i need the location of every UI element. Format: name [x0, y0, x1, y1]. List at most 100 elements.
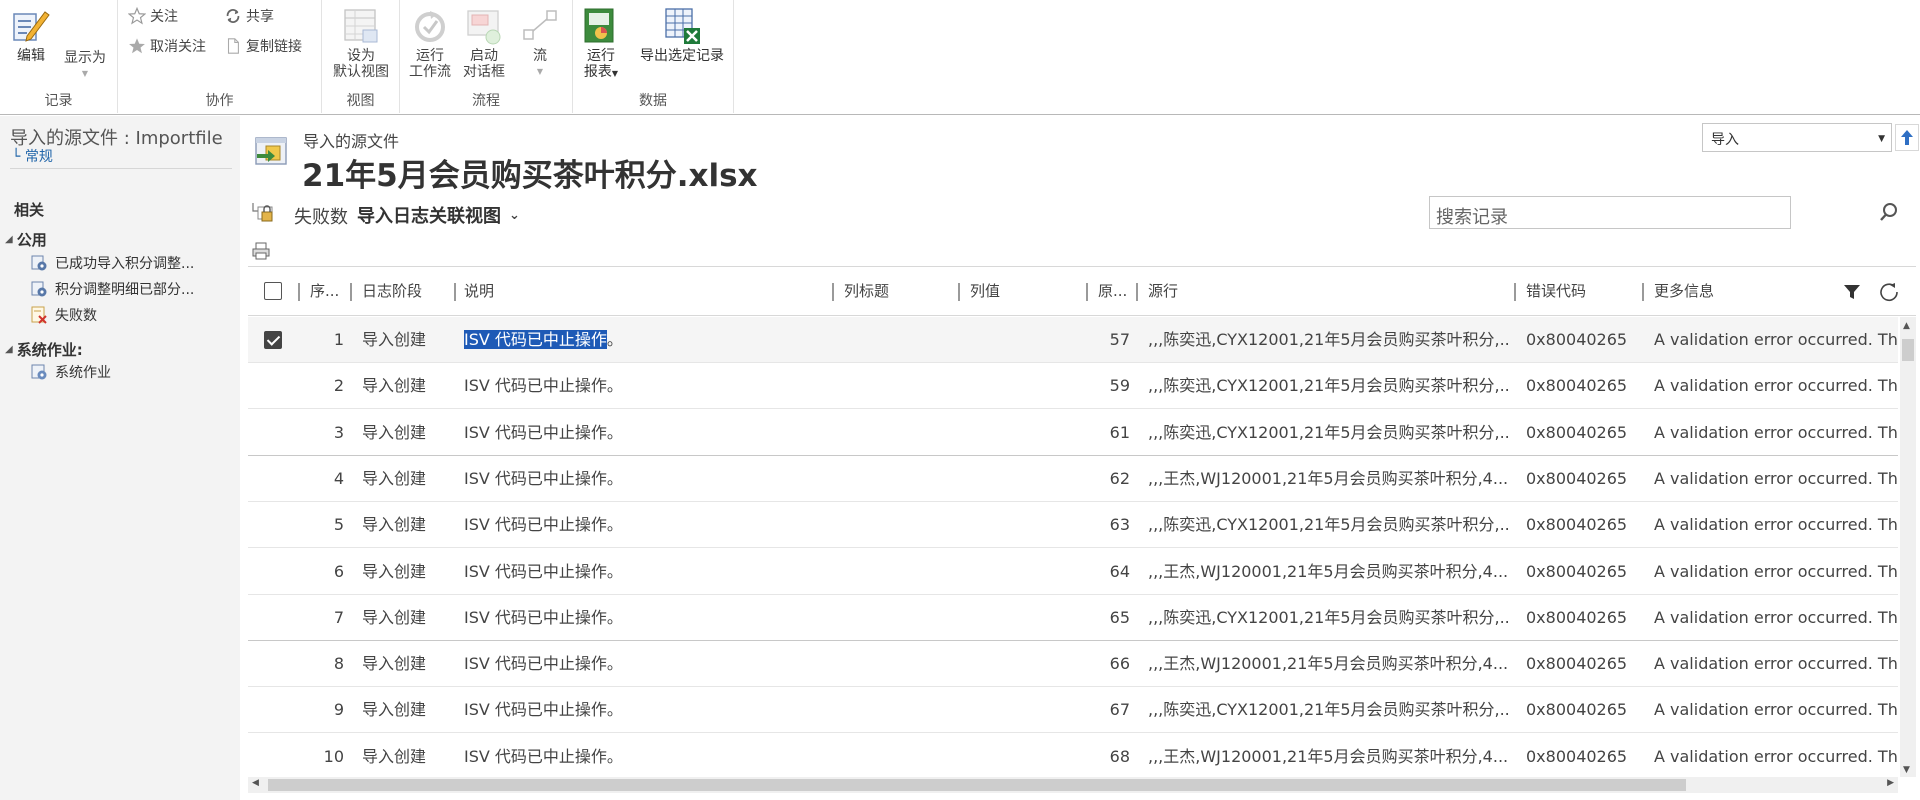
cell-seq: 6 — [333, 561, 344, 581]
system-section-label: 系统作业: — [16, 341, 83, 359]
unfollow-button[interactable]: 取消关注 — [128, 36, 206, 56]
horizontal-scroll-thumb[interactable] — [268, 779, 1686, 791]
row-checkbox[interactable] — [264, 377, 282, 395]
system-section-toggle[interactable]: ◢ 系统作业: — [5, 339, 83, 360]
row-checkbox[interactable] — [264, 655, 282, 673]
cell-seq: 8 — [333, 654, 344, 674]
col-header-original[interactable]: 原... — [1098, 267, 1132, 316]
print-icon[interactable] — [252, 242, 270, 260]
col-header-column-title[interactable]: 列标题 — [844, 267, 904, 316]
col-header-column-value[interactable]: 列值 — [970, 267, 1020, 316]
copy-link-button[interactable]: 复制链接 — [224, 36, 302, 56]
column-separator — [832, 283, 834, 301]
cell-more-info: A validation error occurred. Th — [1654, 746, 1898, 766]
search-icon[interactable] — [1875, 198, 1903, 226]
follow-button[interactable]: 关注 — [128, 6, 178, 26]
vertical-scrollbar[interactable]: ▲ ▼ — [1900, 317, 1916, 777]
table-row[interactable]: 6 导入创建 ISV 代码已中止操作。 64 ,,,王杰,WJ120001,21年5月会… — [248, 549, 1898, 595]
record-navigation-select[interactable]: 导入 ▼ — [1702, 123, 1892, 152]
col-header-stage[interactable]: 日志阶段 — [362, 267, 432, 316]
run-workflow-label-1: 运行 — [416, 48, 444, 64]
row-checkbox[interactable] — [264, 331, 282, 349]
nav-item-imported-adjustments[interactable]: 已成功导入积分调整... — [29, 253, 194, 273]
description-text: ISV 代码已中止操作。 — [464, 515, 623, 535]
scroll-right-icon[interactable]: ▶ — [1887, 778, 1894, 788]
edit-form-icon — [13, 11, 50, 42]
table-row[interactable]: 9 导入创建 ISV 代码已中止操作。 67 ,,,陈奕迅,CYX12001,21年5月… — [248, 687, 1898, 734]
table-row[interactable]: 2 导入创建 ISV 代码已中止操作。 59 ,,,陈奕迅,CYX12001,21年5月… — [248, 363, 1898, 410]
main-content: 导入的源文件 21年5月会员购买茶叶积分.xlsx 导入 ▼ 失败数 导入日志关… — [242, 116, 1920, 800]
previous-record-button[interactable] — [1895, 124, 1919, 151]
cell-error-code: 0x80040265 — [1526, 746, 1628, 766]
cell-source-row: ,,,王杰,WJ120001,21年5月会员购买茶叶积分,4... — [1148, 561, 1508, 581]
cell-seq: 3 — [333, 422, 344, 442]
cell-source-row: ,,,陈奕迅,CYX12001,21年5月会员购买茶叶积分,... — [1148, 607, 1508, 627]
table-row[interactable]: 4 导入创建 ISV 代码已中止操作。 62 ,,,王杰,WJ120001,21年5月会… — [248, 456, 1898, 502]
row-checkbox[interactable] — [264, 609, 282, 627]
run-report-dropdown-icon: ▼ — [611, 69, 619, 78]
set-default-view-button[interactable]: 设为 默认视图 — [326, 6, 396, 80]
col-header-seq[interactable]: 序... — [310, 267, 350, 316]
filter-icon[interactable] — [1842, 282, 1862, 302]
col-header-more-info[interactable]: 更多信息 — [1654, 267, 1734, 316]
cell-source-row: ,,,陈奕迅,CYX12001,21年5月会员购买茶叶积分,... — [1148, 422, 1508, 442]
select-all-checkbox[interactable] — [264, 282, 282, 300]
edit-button[interactable]: 编辑 — [8, 6, 54, 64]
arrow-up-icon — [1901, 130, 1913, 145]
search-input[interactable]: 搜索记录 — [1429, 196, 1791, 229]
start-dialog-button[interactable]: 启动 对话框 — [458, 6, 510, 80]
vertical-scroll-thumb[interactable] — [1902, 339, 1914, 361]
row-checkbox[interactable] — [264, 470, 282, 488]
table-row[interactable]: 3 导入创建 ISV 代码已中止操作。 61 ,,,陈奕迅,CYX12001,21年5月… — [248, 410, 1898, 456]
page-title: 21年5月会员购买茶叶积分.xlsx — [302, 158, 758, 194]
cell-seq: 1 — [333, 330, 344, 349]
table-row[interactable]: 10 导入创建 ISV 代码已中止操作。 68 ,,,王杰,WJ120001,21年5月… — [248, 734, 1898, 775]
description-text: ISV 代码已中止操作。 — [464, 607, 623, 627]
cell-seq: 9 — [333, 700, 344, 720]
table-row[interactable]: 8 导入创建 ISV 代码已中止操作。 66 ,,,王杰,WJ120001,21年5月会… — [248, 641, 1898, 688]
refresh-icon[interactable] — [1878, 281, 1900, 303]
run-workflow-button[interactable]: 运行 工作流 — [404, 6, 456, 80]
scroll-down-icon[interactable]: ▼ — [1903, 765, 1910, 775]
cell-description: ISV 代码已中止操作。 — [464, 549, 824, 595]
horizontal-scrollbar[interactable]: ◀ ▶ — [248, 777, 1898, 793]
col-header-source-row[interactable]: 源行 — [1148, 267, 1198, 316]
export-selected-label: 导出选定记录 — [640, 48, 724, 64]
entity-gear-icon — [31, 255, 47, 271]
run-workflow-label-2: 工作流 — [409, 64, 451, 80]
col-header-description[interactable]: 说明 — [464, 267, 524, 316]
run-report-label-2: 报表 — [583, 64, 612, 80]
edit-label: 编辑 — [17, 48, 45, 64]
scroll-left-icon[interactable]: ◀ — [252, 778, 259, 788]
column-separator — [1514, 283, 1516, 301]
cell-stage: 导入创建 — [362, 330, 427, 349]
scroll-up-icon[interactable]: ▲ — [1903, 321, 1910, 331]
row-checkbox[interactable] — [264, 563, 282, 581]
table-row[interactable]: 7 导入创建 ISV 代码已中止操作。 65 ,,,陈奕迅,CYX12001,21年5月… — [248, 595, 1898, 641]
share-button[interactable]: 共享 — [224, 6, 274, 26]
run-report-button[interactable]: 运行 报表▼ — [579, 6, 623, 82]
col-header-error-code[interactable]: 错误代码 — [1526, 267, 1606, 316]
ribbon-group-record: 编辑 显示为 ▼ 记录 — [0, 0, 118, 113]
table-row[interactable]: 1 导入创建 ISV 代码已中止操作。 57 ,,,陈奕迅,CYX12001,21年5月… — [248, 317, 1898, 363]
show-as-dropdown-icon: ▼ — [81, 69, 89, 78]
nav-item-failures[interactable]: 失败数 — [29, 305, 97, 325]
chevron-down-icon: ⌄ — [509, 207, 520, 223]
show-as-button[interactable]: 显示为 ▼ — [60, 50, 110, 82]
export-selected-button[interactable]: 导出选定记录 — [633, 6, 731, 64]
row-checkbox[interactable] — [264, 701, 282, 719]
table-row[interactable]: 5 导入创建 ISV 代码已中止操作。 63 ,,,陈奕迅,CYX12001,21年5月… — [248, 502, 1898, 549]
public-section-toggle[interactable]: ◢ 公用 — [5, 229, 47, 250]
row-checkbox[interactable] — [264, 424, 282, 442]
form-selector[interactable]: └ 常规 — [12, 146, 53, 166]
row-checkbox[interactable] — [264, 748, 282, 766]
row-checkbox[interactable] — [264, 516, 282, 534]
flow-button[interactable]: 流 ▼ — [514, 6, 566, 80]
failure-log-icon — [31, 306, 47, 324]
cell-stage: 导入创建 — [362, 607, 427, 627]
cell-more-info: A validation error occurred. Th — [1654, 607, 1898, 627]
nav-item-system-jobs[interactable]: 系统作业 — [29, 362, 111, 382]
grid-header: 序... 日志阶段 说明 列标题 列值 原... 源行 错误代码 更多信息 — [248, 267, 1916, 316]
nav-item-partial-adjustments[interactable]: 积分调整明细已部分... — [29, 279, 194, 299]
view-selector[interactable]: 导入日志关联视图 ⌄ — [357, 202, 520, 228]
